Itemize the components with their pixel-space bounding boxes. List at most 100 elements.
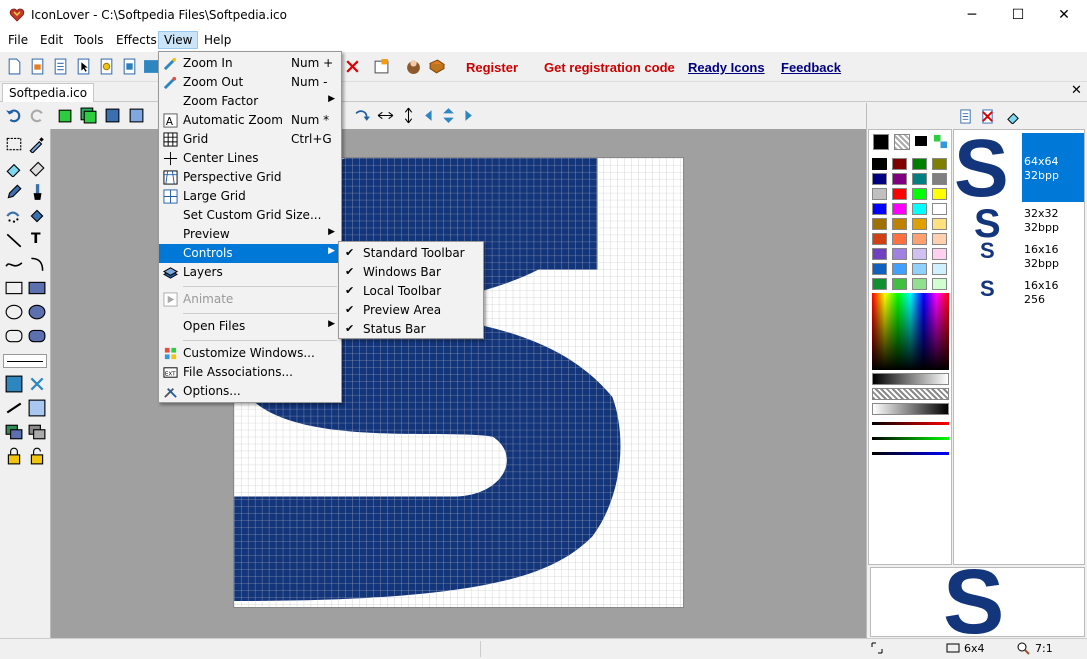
layer-copy-icon[interactable]: [5, 423, 23, 441]
blue-channel-slider[interactable]: [872, 452, 949, 455]
color-swatch[interactable]: [912, 203, 927, 215]
color-swatch[interactable]: [892, 233, 907, 245]
menu-item-local-toolbar[interactable]: ✔ Local Toolbar: [339, 282, 483, 301]
menu-file[interactable]: File: [8, 33, 28, 47]
layer-green-2-icon[interactable]: [80, 107, 97, 124]
green-channel-slider[interactable]: [872, 437, 949, 440]
background-color[interactable]: [894, 134, 910, 150]
new-animation-icon[interactable]: [98, 58, 115, 75]
color-swatch[interactable]: [912, 278, 927, 290]
color-swatch[interactable]: [892, 203, 907, 215]
menu-item-preview[interactable]: Preview ▶: [159, 225, 341, 244]
menu-item-grid[interactable]: Grid Ctrl+G: [159, 130, 341, 149]
minimize-button[interactable]: ─: [949, 0, 995, 30]
color-swatch[interactable]: [872, 278, 887, 290]
color-swatch[interactable]: [932, 203, 947, 215]
menu-item-layers[interactable]: Layers: [159, 263, 341, 282]
color-swatch[interactable]: [912, 233, 927, 245]
color-spectrum[interactable]: [872, 293, 949, 370]
color-swatch[interactable]: [892, 218, 907, 230]
get-registration-code-link[interactable]: Get registration code: [544, 60, 675, 75]
color-swatch[interactable]: [892, 158, 907, 170]
color-swatch[interactable]: [872, 188, 887, 200]
foreground-color[interactable]: [873, 134, 889, 150]
color-swatch[interactable]: [892, 263, 907, 275]
layer-green-icon[interactable]: [56, 107, 73, 124]
text-tool-icon[interactable]: T: [31, 231, 49, 249]
filled-rectangle-tool-icon[interactable]: [28, 279, 46, 297]
arc-tool-icon[interactable]: [28, 255, 46, 273]
ready-icons-icon[interactable]: [405, 58, 422, 75]
menu-item-open-files[interactable]: Open Files ▶: [159, 317, 341, 336]
menu-item-windows-bar[interactable]: ✔ Windows Bar: [339, 263, 483, 282]
color-swatch[interactable]: [872, 263, 887, 275]
menu-item-options[interactable]: Options...: [159, 382, 341, 401]
layer-light-blue-icon[interactable]: [128, 107, 145, 124]
color-swatch[interactable]: [932, 233, 947, 245]
rotate-icon[interactable]: [354, 107, 371, 124]
color-swatch[interactable]: [912, 218, 927, 230]
menu-item-center-lines[interactable]: Center Lines: [159, 149, 341, 168]
new-file-icon[interactable]: [6, 58, 23, 75]
feedback-link[interactable]: Feedback: [781, 60, 841, 75]
ellipse-tool-icon[interactable]: [5, 303, 23, 321]
menu-item-zoom-out[interactable]: Zoom Out Num -: [159, 73, 341, 92]
book-icon[interactable]: [428, 58, 445, 75]
brightness-slider[interactable]: [872, 373, 949, 385]
format-item[interactable]: 16x16 32bpp: [1024, 243, 1059, 271]
lock-icon[interactable]: [5, 447, 23, 465]
menu-effects[interactable]: Effects: [116, 33, 157, 47]
red-channel-slider[interactable]: [872, 422, 949, 425]
color-swatch[interactable]: [912, 263, 927, 275]
brush-icon[interactable]: [28, 183, 46, 201]
color-swatch[interactable]: [872, 218, 887, 230]
color-palette[interactable]: [868, 129, 952, 565]
menu-item-status-bar[interactable]: ✔ Status Bar: [339, 320, 483, 339]
maximize-button[interactable]: ☐: [995, 0, 1041, 30]
filled-rounded-rect-tool-icon[interactable]: [28, 327, 46, 345]
menu-tools[interactable]: Tools: [74, 33, 104, 47]
menu-item-large-grid[interactable]: Large Grid: [159, 187, 341, 206]
eraser-2-icon[interactable]: [28, 159, 46, 177]
color-swatch[interactable]: [932, 218, 947, 230]
flip-vertical-icon[interactable]: [400, 107, 417, 124]
curve-tool-icon[interactable]: [5, 255, 23, 273]
menu-item-controls[interactable]: Controls ▶: [159, 244, 341, 263]
fill-bucket-icon[interactable]: [28, 207, 46, 225]
transparent-mode-icon[interactable]: [28, 375, 46, 393]
shift-right-icon[interactable]: [458, 107, 475, 124]
menu-item-set-custom-grid-size[interactable]: Set Custom Grid Size...: [159, 206, 341, 225]
close-button[interactable]: ✕: [1041, 0, 1087, 30]
color-swatch[interactable]: [912, 248, 927, 260]
properties-icon[interactable]: [373, 58, 390, 75]
new-cursor-icon[interactable]: [75, 58, 92, 75]
color-swatch[interactable]: [912, 173, 927, 185]
eraser-icon[interactable]: [5, 159, 23, 177]
color-swatch[interactable]: [892, 173, 907, 185]
menu-item-animate[interactable]: Animate: [159, 290, 341, 309]
undo-icon[interactable]: [5, 107, 22, 124]
format-item[interactable]: 64x64 32bpp: [1024, 155, 1059, 183]
rect-select-icon[interactable]: [5, 135, 23, 153]
new-document-icon[interactable]: [52, 58, 69, 75]
new-library-icon[interactable]: [121, 58, 138, 75]
color-swatch[interactable]: [892, 278, 907, 290]
color-swatch[interactable]: [932, 158, 947, 170]
menu-item-customize-windows[interactable]: Customize Windows...: [159, 344, 341, 363]
color-swatch[interactable]: [872, 248, 887, 260]
format-preview-16[interactable]: S: [980, 238, 995, 264]
format-item[interactable]: 32x32 32bpp: [1024, 207, 1059, 235]
menu-help[interactable]: Help: [204, 33, 231, 47]
spray-icon[interactable]: [5, 207, 23, 225]
delete-icon[interactable]: [344, 58, 361, 75]
shift-left-icon[interactable]: [422, 107, 439, 124]
register-link[interactable]: Register: [466, 60, 518, 75]
color-swatch[interactable]: [872, 233, 887, 245]
new-image-icon[interactable]: [29, 58, 46, 75]
gray-shades[interactable]: [872, 403, 949, 415]
pencil-icon[interactable]: [5, 183, 23, 201]
line-width-selector[interactable]: [3, 354, 47, 368]
menu-item-automatic-zoom[interactable]: A Automatic Zoom Num *: [159, 111, 341, 130]
document-tab[interactable]: Softpedia.ico: [2, 83, 95, 102]
swap-colors-icon[interactable]: [933, 134, 948, 149]
